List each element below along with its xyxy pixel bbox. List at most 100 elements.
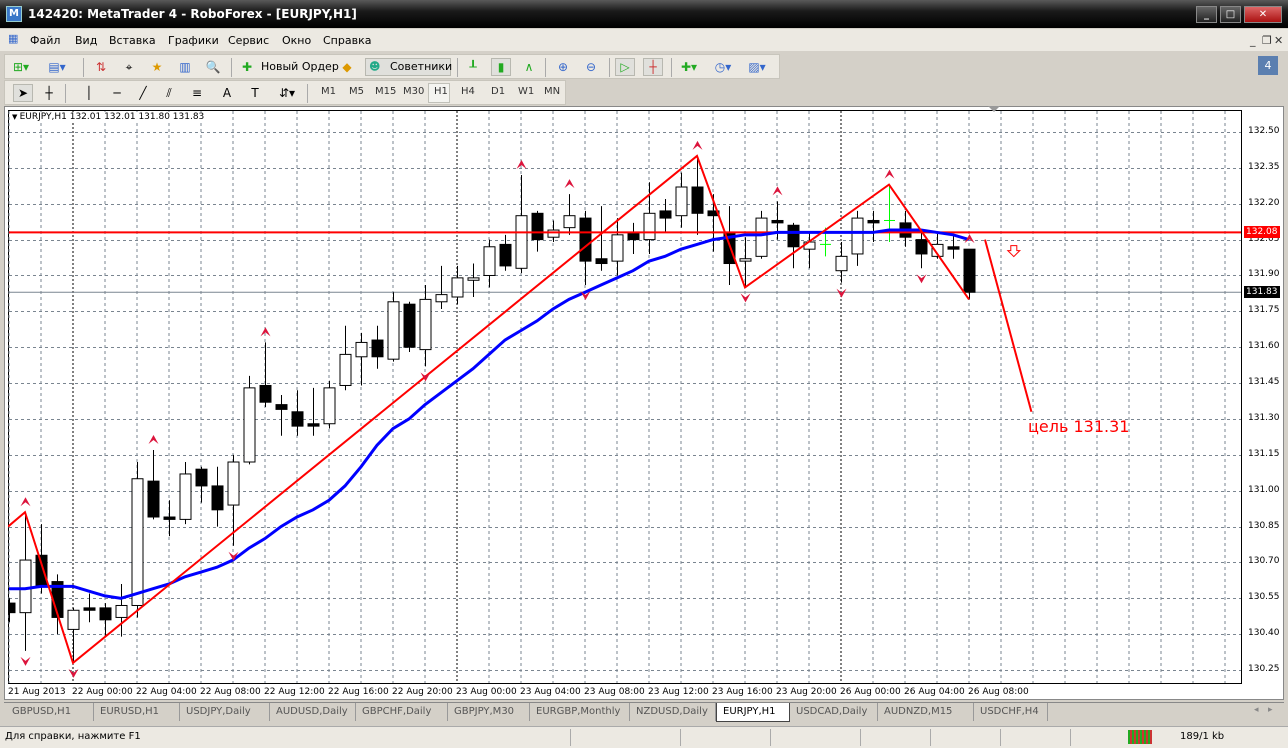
time-tick-label: 26 Aug 08:00 (968, 687, 1029, 697)
chart-tab[interactable]: EURUSD,H1 (94, 703, 180, 721)
chart-tab[interactable]: USDCHF,H4 (974, 703, 1048, 721)
vertical-line-icon[interactable]: │ (79, 84, 99, 102)
time-tick-label: 23 Aug 00:00 (456, 687, 517, 697)
chart-tab[interactable]: GBPUSD,H1 (6, 703, 94, 721)
close-button[interactable]: ✕ (1244, 6, 1282, 23)
tabs-scroll-right-icon[interactable]: ▸ (1268, 705, 1273, 715)
timeframe-d1[interactable]: D1 (491, 86, 505, 97)
mdi-close-button[interactable]: ✕ (1274, 34, 1283, 47)
price-tick-label: 130.40 (1248, 628, 1280, 639)
price-tick-label: 130.70 (1248, 556, 1280, 567)
price-chart[interactable] (8, 110, 1243, 685)
candle-bullish (339, 353, 352, 386)
market-watch-icon[interactable]: ⇅ (91, 58, 111, 76)
menu-insert[interactable]: Вставка (109, 34, 156, 47)
indicators-icon[interactable]: ✚▾ (679, 58, 699, 76)
bar-chart-icon[interactable]: ┸ (463, 58, 483, 76)
templates-icon[interactable]: ▨▾ (747, 58, 767, 76)
chart-tab[interactable]: GBPCHF,Daily (356, 703, 448, 721)
fibonacci-icon[interactable]: ≡ (187, 84, 207, 102)
candle-bearish (915, 239, 928, 255)
chart-tab[interactable]: AUDNZD,M15 (878, 703, 974, 721)
cursor-icon[interactable]: ➤ (13, 84, 33, 102)
arrows-icon[interactable]: ⇵▾ (277, 84, 297, 102)
menu-view[interactable]: Вид (75, 34, 97, 47)
timeframe-h4[interactable]: H4 (461, 86, 475, 97)
zoom-out-icon[interactable]: ⊖ (581, 58, 601, 76)
price-tick-label: 130.55 (1248, 592, 1280, 603)
candle-bearish (403, 303, 416, 348)
zoom-in-icon[interactable]: ⊕ (553, 58, 573, 76)
menu-file[interactable]: Файл (30, 34, 60, 47)
timeframe-w1[interactable]: W1 (518, 86, 534, 97)
tabs-scroll-left-icon[interactable]: ◂ (1254, 705, 1259, 715)
timeframe-m5[interactable]: M5 (349, 86, 364, 97)
new-order-icon[interactable]: ✚ (237, 58, 257, 76)
minimize-button[interactable]: _ (1196, 6, 1217, 23)
candle-bullish (323, 387, 336, 425)
mdi-restore-button[interactable]: ❐ (1262, 34, 1272, 47)
time-tick-label: 23 Aug 04:00 (520, 687, 581, 697)
terminal-icon[interactable]: ▥ (175, 58, 195, 76)
candle-bearish (147, 480, 160, 518)
menu-charts[interactable]: Графики (168, 34, 219, 47)
candle-bearish (579, 217, 592, 262)
alerts-counter-icon[interactable]: 4 (1258, 56, 1278, 75)
horizontal-line-icon[interactable]: ─ (107, 84, 127, 102)
candle-bearish (83, 607, 96, 611)
profiles-icon[interactable]: ▤▾ (47, 58, 67, 76)
price-tick-label: 132.20 (1248, 197, 1280, 208)
timeframe-m15[interactable]: M15 (375, 86, 396, 97)
timeframe-mn[interactable]: MN (544, 86, 560, 97)
candle-bearish (8, 602, 16, 614)
price-tick-label: 131.15 (1248, 448, 1280, 459)
candle-bearish (771, 219, 784, 224)
strategy-tester-icon[interactable]: 🔍 (203, 58, 223, 76)
connection-status-icon[interactable] (1128, 730, 1152, 744)
chart-shift-icon[interactable]: ┼ (643, 58, 663, 76)
chart-tab[interactable]: USDJPY,Daily (180, 703, 270, 721)
data-window-icon[interactable]: ⌖ (119, 58, 139, 76)
chart-tab[interactable]: USDCAD,Daily (790, 703, 878, 721)
time-tick-label: 26 Aug 00:00 (840, 687, 901, 697)
candle-bullish (19, 559, 32, 614)
candle-bullish (435, 294, 448, 303)
candle-bearish (99, 607, 112, 621)
timeframe-m30[interactable]: M30 (403, 86, 424, 97)
text-icon[interactable]: A (217, 84, 237, 102)
candlestick-icon[interactable]: ▮ (491, 58, 511, 76)
candle-bullish (467, 277, 480, 281)
candle-bullish (179, 473, 192, 520)
candle-bearish (627, 231, 640, 241)
maximize-button[interactable]: □ (1220, 6, 1241, 23)
chart-tab[interactable]: EURJPY,H1 (716, 703, 790, 722)
chart-tab[interactable]: AUDUSD,Daily (270, 703, 356, 721)
new-order-button[interactable]: Новый Ордер (261, 60, 339, 73)
chart-shift-marker-icon[interactable] (988, 106, 1000, 112)
line-chart-icon[interactable]: ∧ (519, 58, 539, 76)
menu-tools[interactable]: Сервис (228, 34, 269, 47)
mdi-minimize-button[interactable]: _ (1250, 34, 1256, 47)
timeframe-m1[interactable]: M1 (321, 86, 336, 97)
auto-scroll-icon[interactable]: ▷ (615, 58, 635, 76)
crosshair-icon[interactable]: ┼ (39, 84, 59, 102)
legend-dropdown-icon[interactable]: ▼ (12, 113, 20, 121)
chart-tab[interactable]: GBPJPY,M30 (448, 703, 530, 721)
trendline-icon[interactable]: ╱ (133, 84, 153, 102)
new-chart-icon[interactable]: ⊞▾ (11, 58, 31, 76)
chart-window-icon[interactable]: ▦ (8, 32, 18, 45)
alert-icon[interactable]: ◆ (337, 58, 357, 76)
menu-help[interactable]: Справка (323, 34, 371, 47)
text-label-icon[interactable]: T (245, 84, 265, 102)
candle-bearish (691, 186, 704, 214)
equidistant-channel-icon[interactable]: ⫽ (159, 84, 179, 102)
navigator-icon[interactable]: ★ (147, 58, 167, 76)
chart-tab[interactable]: NZDUSD,Daily (630, 703, 716, 721)
menu-window[interactable]: Окно (282, 34, 311, 47)
chart-tab[interactable]: EURGBP,Monthly (530, 703, 630, 721)
periods-icon[interactable]: ◷▾ (713, 58, 733, 76)
time-tick-label: 22 Aug 00:00 (72, 687, 133, 697)
candle-bearish (659, 210, 672, 219)
timeframe-h1[interactable]: H1 (434, 86, 448, 97)
candle-bullish (835, 255, 848, 272)
